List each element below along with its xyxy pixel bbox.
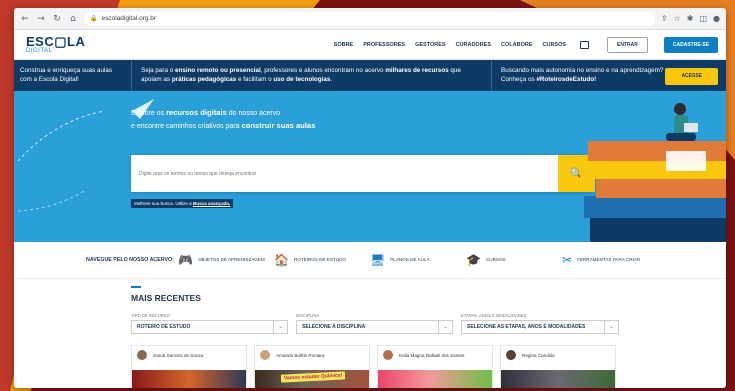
book-icon[interactable] [580,40,590,49]
card-author: Keila Magna Rafaeli dos Santos [399,352,465,358]
strip-left-text: Construa e enriqueça suas aulas com a Es… [14,60,132,91]
browser-window: ← → ↻ ⌂ 🔒 escoladigital.org.br ⇪ ☆ ✱ ◫ ●… [14,8,726,388]
category-roteiros[interactable]: 🏠 ROTEIROS DE ESTUDO [274,253,370,267]
filter-disciplina: DISCIPLINA SELECIONE A DISCIPLINA ⌄ [296,313,453,334]
category-planos[interactable]: 🖥 PLANOS DE AULA [370,253,466,267]
recent-section: MAIS RECENTES TIPO DE RECURSO ROTEIRO DE… [14,286,726,388]
card-author: Amanda Bolêlo Pontara [276,352,325,358]
access-button[interactable]: ACESSE [665,68,718,86]
site-header: ESC▢LA DIGITAL SOBRE PROFESSORES GESTORE… [14,30,726,60]
category-ferramentas[interactable]: ✂ FERRAMENTAS PARA CRIAR [562,253,658,267]
nav-curadores[interactable]: CURADORES [456,42,491,48]
category-label: CURSOS [485,257,506,263]
category-label: FERRAMENTAS PARA CRIAR [577,257,641,263]
filter-row: TIPO DE RECURSO ROTEIRO DE ESTUDO ⌄ DISCI… [131,313,726,334]
strip-middle-text: Seja para o ensino remoto ou presencial,… [132,60,492,91]
graduation-cap-icon: 🎓 [466,253,481,267]
search-box: 🔍 [131,155,595,192]
resource-card[interactable]: Amanda Bolêlo Pontara Vamos estudar Quím… [254,345,370,388]
strip-right: Buscando mais autonomia no ensino e na a… [492,60,726,91]
category-label: ROTEIROS DE ESTUDO [293,257,347,263]
card-thumbnail [501,370,615,388]
category-cursos[interactable]: 🎓 CURSOS [466,253,562,267]
sidebar-icon[interactable]: ◫ [699,14,707,23]
card-author: Josué Samora de Souza [153,352,204,358]
category-objetos[interactable]: 🎮 OBJETOS DE APRENDIZAGEM [178,253,274,267]
card-thumbnail [132,370,246,388]
filter-disciplina-select[interactable]: SELECIONE A DISCIPLINA ⌄ [296,320,453,334]
chevron-down-icon: ⌄ [438,321,452,333]
section-accent-bar [131,286,141,288]
presentation-icon: 🖥 [370,253,386,267]
resource-card[interactable]: Keila Magna Rafaeli dos Santos [377,345,493,388]
site-logo[interactable]: ESC▢LA DIGITAL [26,35,85,54]
recent-cards: Josué Samora de Souza Amanda Bolêlo Pont… [131,345,726,388]
hero-headline: Explore os recursos digitais do nosso ac… [131,108,316,130]
search-input[interactable] [131,155,558,192]
lock-icon: 🔒 [90,16,98,22]
home-icon[interactable]: ⌂ [68,14,78,24]
forward-icon[interactable]: → [36,14,46,24]
extensions-icon[interactable]: ✱ [687,14,694,23]
filter-label: TIPO DE RECURSO [131,313,170,318]
share-icon[interactable]: ⇪ [661,14,668,23]
hero-search-section: Explore os recursos digitais do nosso ac… [14,91,726,242]
card-author: Regina Candido [522,352,555,358]
resource-card[interactable]: Regina Candido [500,345,616,388]
browser-toolbar: ← → ↻ ⌂ 🔒 escoladigital.org.br ⇪ ☆ ✱ ◫ ● [14,8,726,30]
bookmark-star-icon[interactable]: ☆ [674,14,681,23]
gamepad-icon: 🎮 [178,253,193,267]
extension-icons: ⇪ ☆ ✱ ◫ ● [661,14,720,23]
house-icon: 🏠 [274,253,289,267]
url-text: escoladigital.org.br [101,15,157,22]
chevron-down-icon: ⌄ [273,321,287,333]
avatar [383,350,393,360]
resource-card[interactable]: Josué Samora de Souza [131,345,247,388]
info-strip: Construa e enriqueça suas aulas com a Es… [14,60,726,91]
category-label: OBJETOS DE APRENDIZAGEM [197,257,265,263]
advanced-search-link[interactable]: Busca avançada. [193,201,230,206]
signup-button[interactable]: CADASTRE-SE [663,36,718,53]
advanced-search-hint: Melhore sua busca. Utilize a Busca avanç… [131,199,234,208]
nav-gestores[interactable]: GESTORES [415,42,445,48]
chevron-down-icon: ⌄ [604,321,618,333]
nav-professores[interactable]: PROFESSORES [363,42,405,48]
login-button[interactable]: ENTRAR [607,36,648,53]
logo-sub: DIGITAL [26,48,53,54]
profile-icon[interactable]: ● [713,14,720,23]
books-reader-illustration [580,103,726,242]
avatar [137,350,147,360]
nav-colabore[interactable]: COLABORE [501,42,532,48]
category-label: PLANOS DE AULA [390,257,430,263]
nav-cursos[interactable]: CURSOS [543,42,567,48]
reload-icon[interactable]: ↻ [52,14,62,24]
tools-icon: ✂ [562,253,573,267]
section-title: MAIS RECENTES [131,293,201,303]
address-bar[interactable]: 🔒 escoladigital.org.br [84,11,655,26]
nav-sobre[interactable]: SOBRE [334,42,354,48]
card-thumbnail [378,370,492,388]
filter-etapas: ETAPAS, ANOS E MODALIDADES SELECIONE AS … [461,313,619,334]
filter-label: DISCIPLINA [296,313,320,318]
main-nav: SOBRE PROFESSORES GESTORES CURADORES COL… [334,36,718,53]
back-icon[interactable]: ← [20,14,30,24]
filter-tipo: TIPO DE RECURSO ROTEIRO DE ESTUDO ⌄ [131,313,288,334]
filter-label: ETAPAS, ANOS E MODALIDADES [461,313,527,318]
avatar [506,350,516,360]
filter-tipo-select[interactable]: ROTEIRO DE ESTUDO ⌄ [131,320,288,334]
category-nav-label: NAVEGUE PELO NOSSO ACERVO: [86,256,174,263]
logo-main: ESC▢LA [26,34,86,49]
category-nav: NAVEGUE PELO NOSSO ACERVO: 🎮 OBJETOS DE … [14,242,726,279]
avatar [260,350,270,360]
filter-etapas-select[interactable]: SELECIONE AS ETAPAS, ANOS E MODALIDADES ⌄ [461,320,619,334]
